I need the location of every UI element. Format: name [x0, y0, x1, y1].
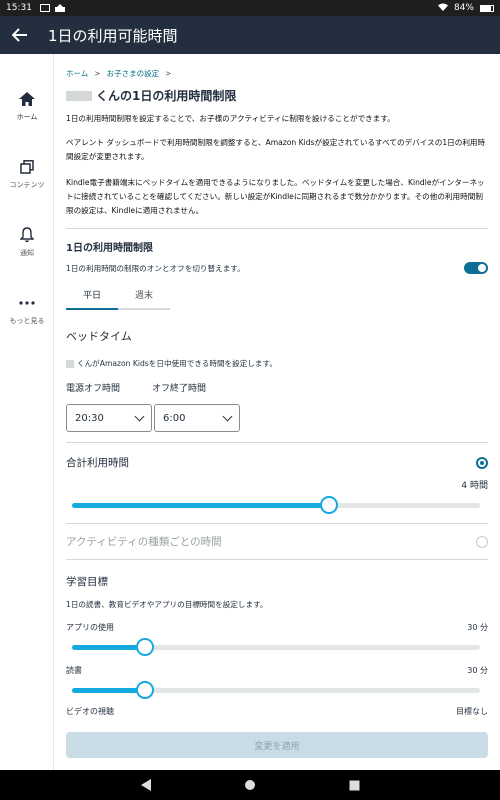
bell-icon	[18, 226, 36, 244]
power-off-time-select[interactable]: 20:30	[66, 404, 152, 432]
redacted-name	[66, 359, 74, 368]
total-time-radio[interactable]	[476, 456, 488, 469]
nav-item-home[interactable]: ホーム	[0, 80, 54, 132]
recents-square-icon[interactable]	[347, 778, 361, 792]
off-end-time-select[interactable]: 6:00	[154, 404, 240, 432]
breadcrumb-separator: >	[165, 69, 172, 78]
day-tabs: 平日 週末	[66, 288, 488, 310]
bedtime-selects: 20:30 6:00	[66, 404, 488, 432]
breadcrumb-separator: >	[94, 69, 101, 78]
bedtime-labels: 電源オフ時間 オフ終了時間	[66, 381, 488, 394]
off-end-time-value: 6:00	[163, 412, 186, 424]
bedtime-description-text: くんがAmazon Kidsを日中使用できる時間を設定します。	[77, 359, 277, 368]
bedtime-description: くんがAmazon Kidsを日中使用できる時間を設定します。	[66, 358, 488, 369]
divider	[66, 559, 488, 560]
total-time-value: 4 時間	[461, 481, 488, 491]
activity-time-label: アクティビティの種類ごとの時間	[66, 536, 222, 548]
video-goal-value: 目標なし	[456, 707, 488, 716]
upload-icon	[54, 4, 65, 12]
nav-item-notifications[interactable]: 通知	[0, 216, 54, 268]
chevron-down-icon	[222, 411, 233, 421]
reading-goal-value: 30 分	[467, 666, 488, 675]
app-bar: 1日の利用可能時間	[0, 16, 500, 54]
video-goal-row: ビデオの視聴 目標なし	[66, 706, 488, 717]
breadcrumb-home[interactable]: ホーム	[66, 68, 88, 79]
status-time: 15:31	[6, 3, 32, 13]
slider-fill	[72, 645, 146, 650]
message-icon	[39, 4, 50, 12]
total-time-option[interactable]: 合計利用時間	[66, 455, 488, 470]
dashboard-paragraph: ペアレント ダッシュボードで利用時間制限を調整すると、Amazon Kidsが設…	[66, 138, 486, 161]
breadcrumb: ホーム > お子さまの設定 >	[66, 68, 488, 79]
battery-percent: 84%	[453, 3, 474, 13]
nav-label-notifications: 通知	[20, 249, 34, 257]
apps-goal-label: アプリの使用	[66, 623, 114, 632]
app-title: 1日の利用可能時間	[48, 26, 178, 45]
daily-limit-toggle[interactable]	[464, 262, 488, 274]
chevron-down-icon	[134, 411, 145, 421]
battery-icon	[480, 4, 494, 12]
apps-goal-row: アプリの使用 30 分	[66, 622, 488, 633]
nav-label-more: もっと見る	[9, 317, 45, 325]
side-nav: ホーム コンテンツ 通知 もっと見る	[0, 54, 54, 770]
page-title: くんの1日の利用時間制限	[66, 87, 488, 104]
divider	[66, 523, 488, 524]
nav-item-content[interactable]: コンテンツ	[0, 148, 54, 200]
back-button[interactable]	[0, 16, 40, 54]
slider-fill	[72, 503, 330, 508]
learning-goals-title: 学習目標	[66, 576, 108, 588]
activity-time-option[interactable]: アクティビティの種類ごとの時間	[66, 534, 488, 549]
off-end-label: オフ終了時間	[152, 384, 207, 394]
redacted-name	[66, 90, 92, 101]
daily-limit-toggle-label: 1日の利用時間の制限のオンとオフを切り替えます。	[66, 263, 245, 273]
home-icon	[18, 90, 36, 108]
slider-thumb[interactable]	[136, 681, 155, 699]
main-content: ホーム > お子さまの設定 > くんの1日の利用時間制限 1日の利用時間制限を設…	[54, 54, 500, 770]
tab-weekday[interactable]: 平日	[66, 288, 118, 310]
daily-limit-title: 1日の利用時間制限	[66, 243, 153, 254]
divider	[66, 228, 488, 229]
power-off-label: 電源オフ時間	[66, 384, 121, 394]
reading-goal-row: 読書 30 分	[66, 665, 488, 676]
apply-changes-button[interactable]: 変更を適用	[66, 732, 488, 758]
nav-label-home: ホーム	[16, 113, 38, 121]
kindle-paragraph: Kindle電子書籍端末にベッドタイムを適用できるようになりました。ベッドタイム…	[66, 178, 485, 215]
breadcrumb-child-settings[interactable]: お子さまの設定	[107, 68, 160, 79]
intro-paragraph: 1日の利用時間制限を設定することで、お子様のアクティビティに制限を設けることがで…	[66, 114, 395, 123]
power-off-time-value: 20:30	[75, 412, 104, 424]
content-icon	[18, 158, 36, 176]
more-icon	[18, 294, 36, 312]
slider-thumb[interactable]	[136, 638, 155, 656]
status-bar: 15:31 84%	[0, 0, 500, 16]
tab-weekend[interactable]: 週末	[118, 288, 170, 310]
slider-thumb[interactable]	[320, 496, 339, 514]
system-nav-bar	[0, 770, 500, 800]
back-triangle-icon[interactable]	[139, 778, 153, 792]
activity-time-radio[interactable]	[476, 535, 488, 548]
apps-goal-value: 30 分	[467, 623, 488, 632]
apps-goal-slider[interactable]	[66, 638, 488, 656]
total-time-label: 合計利用時間	[66, 457, 129, 469]
divider	[66, 442, 488, 443]
arrow-left-icon	[12, 28, 27, 42]
bedtime-title: ベッドタイム	[66, 330, 132, 343]
slider-fill	[72, 688, 146, 693]
page-title-text: くんの1日の利用時間制限	[96, 89, 237, 103]
nav-label-content: コンテンツ	[9, 181, 45, 189]
reading-goal-slider[interactable]	[66, 681, 488, 699]
home-circle-icon[interactable]	[243, 778, 257, 792]
apply-bar: 変更を適用	[54, 724, 500, 770]
wifi-icon	[437, 3, 448, 14]
learning-goals-description: 1日の読書、教育ビデオやアプリの目標時間を設定します。	[66, 600, 268, 609]
reading-goal-label: 読書	[66, 666, 82, 675]
total-time-slider[interactable]	[66, 496, 488, 514]
daily-limit-toggle-row: 1日の利用時間の制限のオンとオフを切り替えます。	[66, 262, 488, 274]
nav-item-more[interactable]: もっと見る	[0, 284, 54, 336]
video-goal-label: ビデオの視聴	[66, 707, 114, 716]
